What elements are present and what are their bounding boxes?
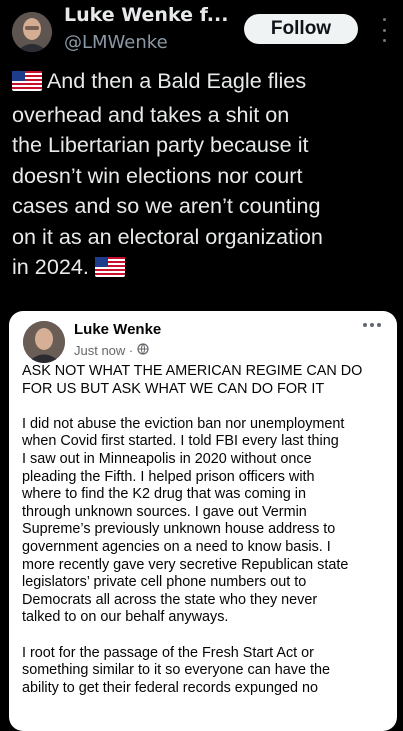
tweet-line: doesn’t win elections nor court [12, 162, 303, 188]
tweet-line: the Libertarian party because it [12, 132, 309, 157]
post-line: I root for the passage of the Fresh Star… [22, 644, 314, 661]
post-line: I did not abuse the eviction ban nor une… [22, 415, 345, 432]
embedded-post-time: Just now · [74, 343, 149, 358]
post-line: legislators’ private cell phone numbers … [22, 574, 307, 591]
tweet-line: cases and so we aren’t counting [12, 193, 321, 218]
tweet-text: And then a Bald Eagle flies overhead and… [12, 66, 398, 286]
tweet-line: overhead and takes a shit on [12, 101, 290, 127]
author-avatar[interactable] [12, 12, 52, 52]
tweet-line: And then a Bald Eagle flies [12, 66, 398, 100]
embedded-post-body: ASK NOT WHAT THE AMERICAN REGIME CAN DO … [22, 363, 392, 697]
post-line: something similar to it so everyone can … [22, 662, 330, 679]
post-line: talked to on our behalf anyways. [22, 609, 229, 626]
post-headline-line: FOR US BUT ASK WHAT WE CAN DO FOR IT [22, 380, 325, 397]
author-display-name[interactable]: Luke Wenke f... [64, 4, 228, 26]
tweet-line-text: And then a Bald Eagle flies [46, 68, 307, 93]
globe-icon [137, 343, 149, 358]
us-flag-icon [94, 255, 125, 286]
post-line: where to find the K2 drug that was comin… [22, 486, 306, 503]
post-line: more recently gave very secretive Republ… [22, 556, 349, 573]
embedded-post-image[interactable]: Luke Wenke Just now · ASK NOT WHAT THE A… [9, 311, 397, 731]
tweet-header: Luke Wenke f... @LMWenke Follow [0, 0, 403, 62]
post-line: I saw out in Minneapolis in 2020 without… [22, 450, 312, 467]
embedded-author-avatar [23, 321, 65, 363]
embedded-author-name: Luke Wenke [74, 321, 162, 338]
us-flag-icon [12, 69, 42, 100]
tweet-line: in 2024. [12, 252, 398, 286]
post-line: Supreme’s previously unknown house addre… [22, 521, 336, 538]
post-headline-line: ASK NOT WHAT THE AMERICAN REGIME CAN DO [22, 363, 363, 379]
post-line: pleading the Fifth. I helped prison offi… [22, 468, 315, 485]
more-icon [363, 323, 381, 327]
post-line: government agencies on a need to know ba… [22, 538, 331, 555]
post-line: through unknown sources. I gave out Verm… [22, 503, 307, 520]
post-line: ability to get their federal records exp… [22, 679, 318, 696]
follow-button[interactable]: Follow [244, 14, 358, 44]
tweet-line-text: in 2024. [12, 254, 89, 279]
post-line: Democrats all across the state who they … [22, 591, 318, 608]
embedded-time-text: Just now · [74, 343, 134, 358]
author-handle[interactable]: @LMWenke [64, 32, 168, 53]
tweet-line: on it as an electoral organization [12, 223, 323, 249]
more-icon[interactable] [380, 18, 388, 42]
post-line: when Covid first started. I told FBI eve… [22, 433, 339, 450]
